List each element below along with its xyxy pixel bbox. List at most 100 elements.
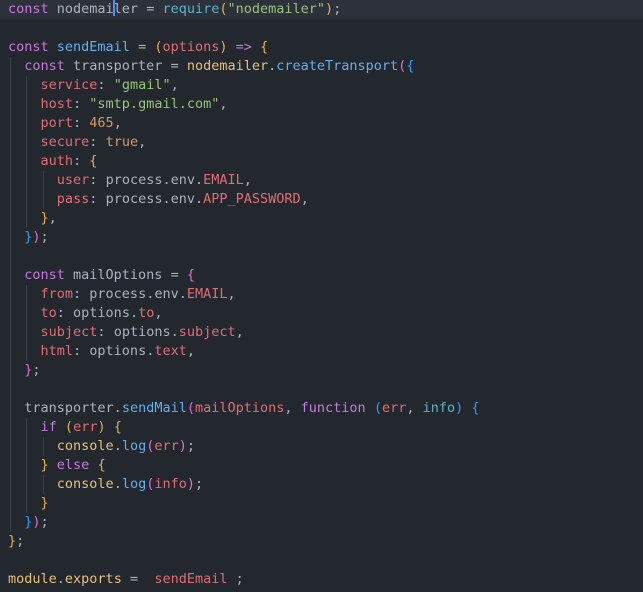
code-line[interactable]: pass: process.env.APP_PASSWORD, [0,190,643,209]
indent-guide [10,475,11,494]
indent-guide [42,190,44,209]
code-line[interactable]: const transporter = nodemailer.createTra… [0,57,643,76]
code-token: sendMail [121,400,187,416]
code-line[interactable]: html: options.text, [0,342,643,361]
code-token: auth [40,153,74,169]
code-line[interactable] [0,380,643,399]
code-token: ; [40,514,49,530]
code-token: true [105,134,139,150]
code-token: port [40,115,74,131]
code-token: env [170,191,195,207]
code-line[interactable]: user: process.env.EMAIL, [0,171,643,190]
code-line[interactable]: const sendEmail = (options) => { [0,38,643,57]
indent-guide [10,95,11,114]
code-line[interactable]: }); [0,228,643,247]
code-line[interactable]: if (err) { [0,418,643,437]
indent-guide [10,513,11,532]
code-line[interactable]: secure: true, [0,133,643,152]
code-token: { [186,267,195,283]
code-line[interactable]: } else { [0,456,643,475]
indent-guide [10,76,11,95]
code-token: subject [40,324,98,340]
code-token: . [162,172,171,188]
code-token: , [300,191,309,207]
code-token: ; [16,533,25,549]
indent-guide [10,57,11,76]
code-token: user [56,172,90,188]
code-line[interactable]: console.log(info); [0,475,643,494]
indent-guide [10,437,11,456]
code-token: , [219,96,228,112]
code-token: , [154,305,163,321]
code-token: mailOptions [194,400,285,416]
code-token: { [89,153,98,169]
indent-guide [26,171,28,190]
code-token: : [89,134,106,150]
code-line[interactable]: host: "smtp.gmail.com", [0,95,643,114]
indent-guide [26,304,28,323]
code-line[interactable]: auth: { [0,152,643,171]
indent-guide [26,323,28,342]
code-line[interactable] [0,19,643,38]
code-token: } [40,210,49,226]
indent-guide [42,437,44,456]
code-token: : [97,77,114,93]
code-token: ) [178,438,187,454]
indent-guide [10,190,11,209]
code-token: ; [227,571,244,587]
indent-guide [10,418,11,437]
code-line[interactable]: port: 465, [0,114,643,133]
code-token: { [113,419,122,435]
indent-guide [10,304,11,323]
indent-guide [42,475,44,494]
code-token: , [406,400,423,416]
code-token: log [121,438,147,454]
code-line[interactable]: }, [0,209,643,228]
code-token: ) [32,229,41,245]
code-line[interactable]: transporter.sendMail(mailOptions, functi… [0,399,643,418]
code-token: . [113,476,122,492]
code-token: options [162,39,220,55]
code-token: host [40,96,74,112]
code-token: 465 [89,115,114,131]
code-token: . [56,571,65,587]
code-line[interactable]: module.exports = sendEmail ; [0,570,643,589]
code-token: . [195,172,204,188]
code-line[interactable] [0,551,643,570]
code-token: ( [373,400,382,416]
code-line[interactable]: const mailOptions = { [0,266,643,285]
code-token: : [73,115,90,131]
code-token: ; [186,438,196,454]
code-line[interactable]: to: options.to, [0,304,643,323]
code-line[interactable]: }); [0,513,643,532]
code-line[interactable]: const nodemailer = require("nodemailer")… [0,0,643,19]
code-line[interactable]: service: "gmail", [0,76,643,95]
code-token: ( [219,1,228,17]
indent-guide [10,456,11,475]
code-token: info [422,400,456,416]
code-token: mailOptions = [64,267,187,283]
code-editor[interactable]: const nodemailer = require("nodemailer")… [0,0,643,592]
code-token: : [97,324,114,340]
code-token: => [235,39,252,55]
code-line[interactable]: from: process.env.EMAIL, [0,285,643,304]
code-line[interactable] [0,247,643,266]
indent-guide [26,152,28,171]
code-token: createTransport [276,58,399,74]
indent-guide [26,475,28,494]
code-token: console [56,476,114,492]
code-token: const [24,58,65,74]
code-token: secure [40,134,90,150]
indent-guide [10,209,11,228]
code-line[interactable]: }; [0,532,643,551]
code-line[interactable]: subject: options.subject, [0,323,643,342]
code-line[interactable]: } [0,494,643,513]
code-line[interactable]: console.log(err); [0,437,643,456]
indent-guide [10,361,11,380]
code-line[interactable]: }; [0,361,643,380]
code-token: , [138,134,147,150]
